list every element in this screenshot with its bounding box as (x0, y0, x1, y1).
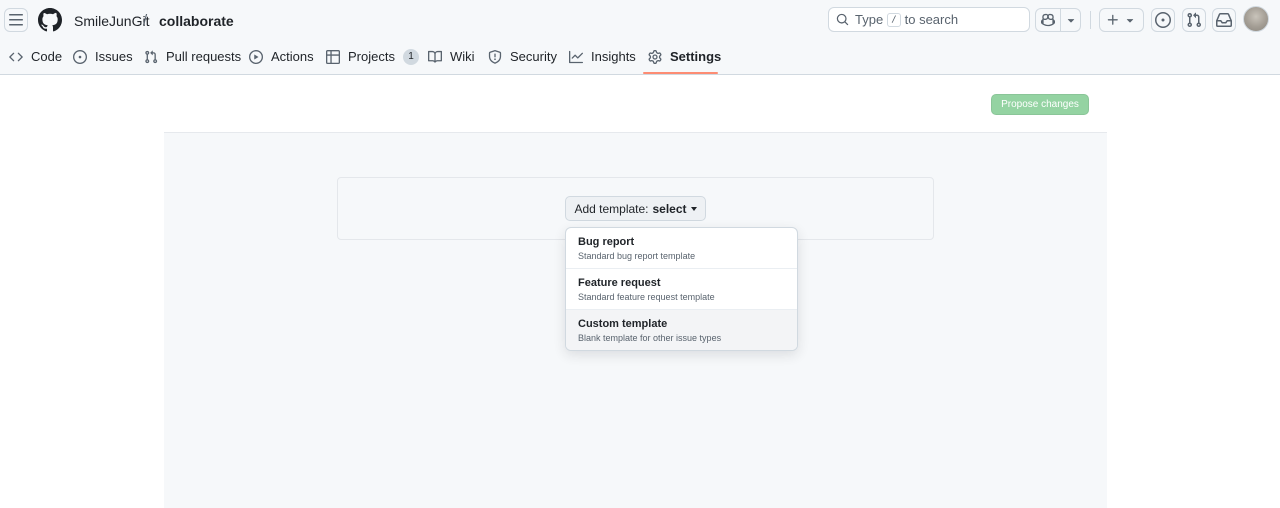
header-divider (1090, 11, 1091, 29)
gear-icon (648, 49, 662, 64)
repo-nav-tabs: Code Issues Pull requests Actions Projec… (0, 38, 1280, 75)
tab-code[interactable]: Code (9, 38, 62, 75)
tab-settings[interactable]: Settings (648, 38, 721, 75)
notifications-button[interactable] (1212, 8, 1236, 32)
graph-icon (569, 50, 583, 63)
propose-changes-button[interactable]: Propose changes (991, 94, 1089, 115)
tab-pull-requests[interactable]: Pull requests (144, 38, 241, 75)
option-title: Custom template (578, 318, 668, 330)
tab-security[interactable]: Security (488, 38, 557, 75)
pull-request-icon (145, 50, 158, 63)
option-description: Standard feature request template (578, 292, 715, 302)
your-issues-button[interactable] (1151, 8, 1175, 32)
pull-request-icon (1187, 12, 1202, 28)
breadcrumb-owner[interactable]: SmileJunGit (74, 13, 149, 29)
table-icon (326, 49, 340, 64)
your-pull-requests-button[interactable] (1182, 8, 1206, 32)
menu-button[interactable] (4, 8, 28, 32)
create-new-button[interactable] (1099, 8, 1144, 32)
tab-label: Pull requests (166, 49, 242, 64)
play-icon (249, 49, 263, 64)
breadcrumb-repo[interactable]: collaborate (159, 13, 234, 29)
add-template-select[interactable]: Add template: select (565, 196, 706, 221)
app-header: SmileJunGit / collaborate Type / to sear… (0, 0, 1280, 75)
add-template-value: select (652, 201, 687, 216)
tab-label: Wiki (450, 49, 475, 64)
tab-insights[interactable]: Insights (569, 38, 636, 75)
plus-icon (1107, 14, 1118, 25)
tab-label: Insights (591, 49, 636, 64)
github-logo-icon[interactable] (38, 8, 62, 32)
header-top-row: SmileJunGit / collaborate Type / to sear… (0, 0, 1280, 38)
triangle-down-icon (1127, 19, 1134, 23)
caret-down-icon (690, 206, 697, 211)
selected-tab-underline (643, 72, 718, 74)
tab-label: Settings (670, 49, 722, 64)
tab-label: Projects (348, 49, 395, 64)
search-input[interactable]: Type / to search (828, 7, 1030, 32)
tab-issues[interactable]: Issues (73, 38, 133, 75)
template-option-custom[interactable]: Custom template Blank template for other… (566, 310, 797, 350)
projects-counter: 1 (402, 48, 419, 65)
copilot-dropdown-button[interactable] (1061, 9, 1080, 31)
option-title: Feature request (578, 277, 661, 289)
avatar[interactable] (1243, 6, 1269, 32)
tab-label: Code (31, 49, 63, 64)
search-suffix: to search (904, 12, 959, 27)
template-option-bug-report[interactable]: Bug report Standard bug report template (566, 228, 797, 269)
issue-icon (1155, 12, 1171, 28)
copilot-button-group (1035, 8, 1081, 32)
copilot-icon (1041, 13, 1055, 27)
template-dropdown-menu: Bug report Standard bug report template … (565, 227, 798, 351)
issue-icon (73, 49, 87, 64)
tab-wiki[interactable]: Wiki (428, 38, 475, 75)
shield-icon (488, 49, 502, 64)
tab-label: Issues (95, 49, 133, 64)
option-description: Standard bug report template (578, 251, 696, 261)
hamburger-icon (9, 14, 23, 26)
add-template-label: Add template: (574, 201, 649, 216)
option-description: Blank template for other issue types (578, 333, 722, 343)
option-title: Bug report (578, 236, 635, 248)
search-prefix: Type (855, 12, 884, 27)
template-option-feature-request[interactable]: Feature request Standard feature request… (566, 269, 797, 310)
tab-actions[interactable]: Actions (249, 38, 314, 75)
book-icon (428, 50, 442, 63)
breadcrumb-separator: / (143, 12, 148, 29)
inbox-icon (1216, 12, 1232, 27)
tab-projects[interactable]: Projects 1 (326, 38, 419, 75)
search-shortcut-key: / (887, 12, 901, 27)
tab-label: Actions (271, 49, 314, 64)
code-icon (9, 52, 23, 61)
tab-label: Security (510, 49, 557, 64)
search-icon (836, 13, 849, 26)
triangle-down-icon (1067, 19, 1074, 23)
copilot-button[interactable] (1036, 9, 1061, 31)
